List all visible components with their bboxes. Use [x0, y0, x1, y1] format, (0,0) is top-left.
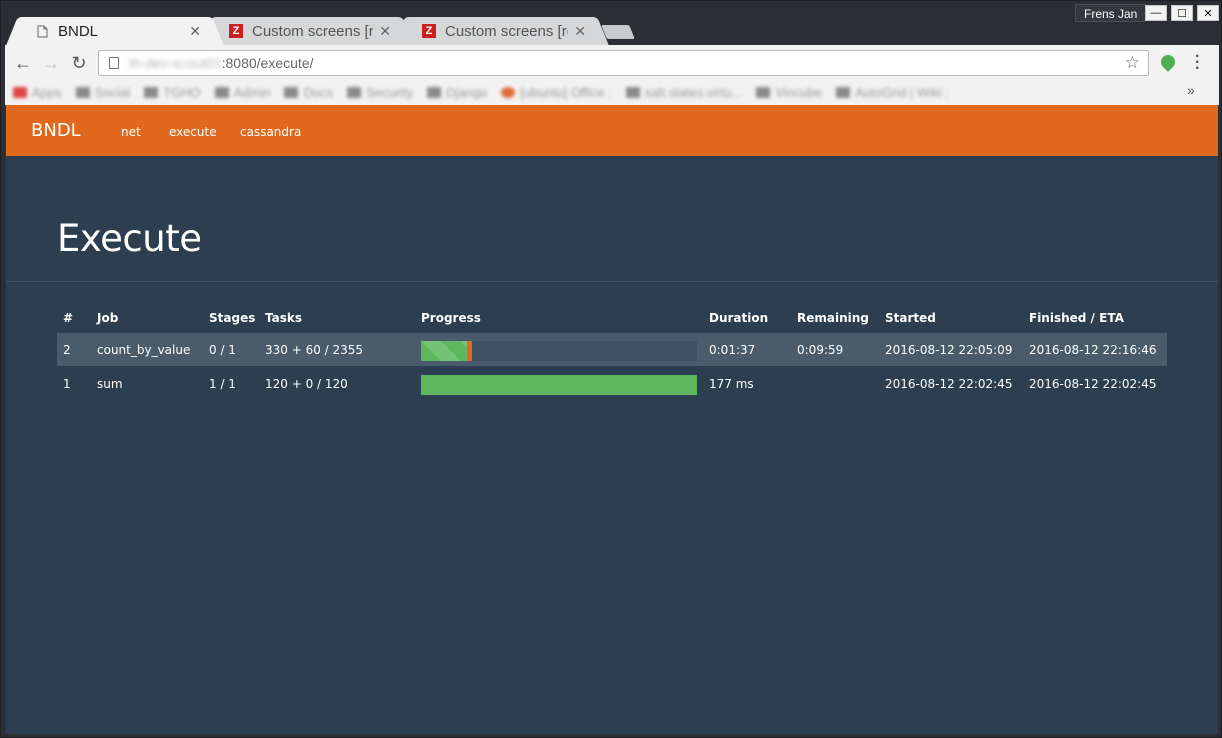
job-duration: 0:01:37 [709, 343, 756, 357]
nav-link-net[interactable]: net [121, 125, 141, 139]
maximize-icon[interactable]: ☐ [1171, 5, 1193, 21]
z-app-icon: Z [422, 24, 436, 38]
bookmark-item[interactable]: Social [75, 85, 130, 100]
column-header: Stages [209, 311, 256, 325]
column-header: Duration [709, 311, 769, 325]
reload-icon[interactable]: ↻ [69, 53, 89, 73]
bookmark-item[interactable]: Docs [284, 85, 333, 100]
tab-bndl[interactable]: BNDL ✕ [19, 17, 211, 45]
bookmark-item[interactable]: salt.states.virtu... [625, 85, 742, 100]
job-started: 2016-08-12 22:02:45 [885, 377, 1013, 391]
new-tab-button[interactable] [601, 25, 635, 39]
tab-custom-screens-2[interactable]: Z Custom screens [re ✕ [406, 17, 596, 45]
column-header: Tasks [265, 311, 303, 325]
progress-running [459, 341, 467, 361]
page-title: Execute [57, 217, 202, 260]
page-info-icon[interactable] [109, 57, 119, 69]
column-header: Started [885, 311, 936, 325]
job-tasks: 330 + 60 / 2355 [265, 343, 364, 357]
document-icon [35, 24, 49, 38]
progress-bar [421, 375, 697, 395]
extension-leaf-icon[interactable] [1158, 52, 1178, 72]
back-arrow-icon[interactable]: ← [13, 53, 33, 73]
bookmark-item[interactable]: Security [347, 85, 413, 100]
column-header: Progress [421, 311, 481, 325]
brand-link[interactable]: BNDL [31, 120, 81, 141]
bookmark-item[interactable]: Apps [13, 85, 62, 100]
app-navbar: BNDL net execute cassandra [6, 105, 1218, 156]
close-icon[interactable]: ✕ [574, 23, 586, 40]
column-header: Remaining [797, 311, 869, 325]
bookmark-item[interactable]: TGHO [144, 85, 201, 100]
browser-toolbar: ← → ↻ th-dev-scout01 :8080/execute/ ☆ · ·… [5, 45, 1219, 105]
minimize-icon[interactable]: — [1145, 5, 1167, 21]
progress-failed [466, 341, 473, 361]
window-close-icon[interactable]: ✕ [1197, 5, 1219, 21]
job-finished: 2016-08-12 22:16:46 [1029, 343, 1157, 357]
bookmark-star-icon[interactable]: ☆ [1125, 53, 1140, 73]
progress-done [421, 375, 697, 395]
table-row[interactable]: 1 sum 1 / 1 120 + 0 / 120 177 ms 2016-08… [57, 367, 1167, 400]
tab-custom-screens-1[interactable]: Z Custom screens [re ✕ [213, 17, 401, 45]
job-id: 1 [63, 377, 71, 391]
profile-button[interactable]: Frens Jan [1075, 4, 1147, 22]
tab-title: BNDL [58, 22, 99, 40]
bookmark-item[interactable]: Django [427, 85, 487, 100]
job-name: sum [97, 377, 123, 391]
z-app-icon: Z [229, 24, 243, 38]
bookmarks-bar: Apps Social TGHO Admin Docs Security Dja… [13, 82, 1113, 102]
job-stages: 1 / 1 [209, 377, 236, 391]
column-header: Job [97, 311, 119, 325]
job-finished: 2016-08-12 22:02:45 [1029, 377, 1157, 391]
url-path: :8080/execute/ [221, 55, 314, 71]
bookmark-item[interactable]: [ubuntu] Office : [501, 85, 612, 100]
tab-title: Custom screens [re [445, 22, 569, 40]
job-id: 2 [63, 343, 71, 357]
nav-link-cassandra[interactable]: cassandra [240, 125, 301, 139]
forward-arrow-icon[interactable]: → [41, 53, 61, 73]
bookmark-item[interactable]: Admin [214, 85, 270, 100]
url-host: th-dev-scout01 [129, 55, 222, 71]
nav-link-execute[interactable]: execute [169, 125, 217, 139]
bookmark-item[interactable]: Vincube [756, 85, 822, 100]
progress-bar [421, 341, 697, 361]
close-icon[interactable]: ✕ [379, 23, 391, 40]
bookmarks-overflow-icon[interactable]: » [1187, 82, 1195, 98]
job-started: 2016-08-12 22:05:09 [885, 343, 1013, 357]
job-remaining: 0:09:59 [797, 343, 844, 357]
address-bar[interactable]: th-dev-scout01 :8080/execute/ ☆ [98, 50, 1149, 76]
job-stages: 0 / 1 [209, 343, 236, 357]
tab-title: Custom screens [re [252, 22, 374, 40]
browser-window: BNDL ✕ Z Custom screens [re ✕ Z Custom s… [0, 0, 1222, 738]
job-name: count_by_value [97, 343, 191, 357]
job-duration: 177 ms [709, 377, 754, 391]
column-header: # [63, 311, 74, 325]
bookmark-item[interactable]: AutoGrid | Wiki : [836, 85, 949, 100]
browser-menu-icon[interactable]: · · · [1195, 49, 1200, 77]
job-tasks: 120 + 0 / 120 [265, 377, 348, 391]
column-header: Finished / ETA [1029, 311, 1124, 325]
tab-strip: BNDL ✕ Z Custom screens [re ✕ Z Custom s… [1, 1, 1222, 45]
progress-done [421, 341, 460, 361]
close-icon[interactable]: ✕ [189, 23, 201, 40]
page-content: BNDL net execute cassandra Execute # Job… [6, 105, 1218, 734]
table-row[interactable]: 2 count_by_value 0 / 1 330 + 60 / 2355 0… [57, 333, 1167, 366]
divider [6, 281, 1218, 282]
